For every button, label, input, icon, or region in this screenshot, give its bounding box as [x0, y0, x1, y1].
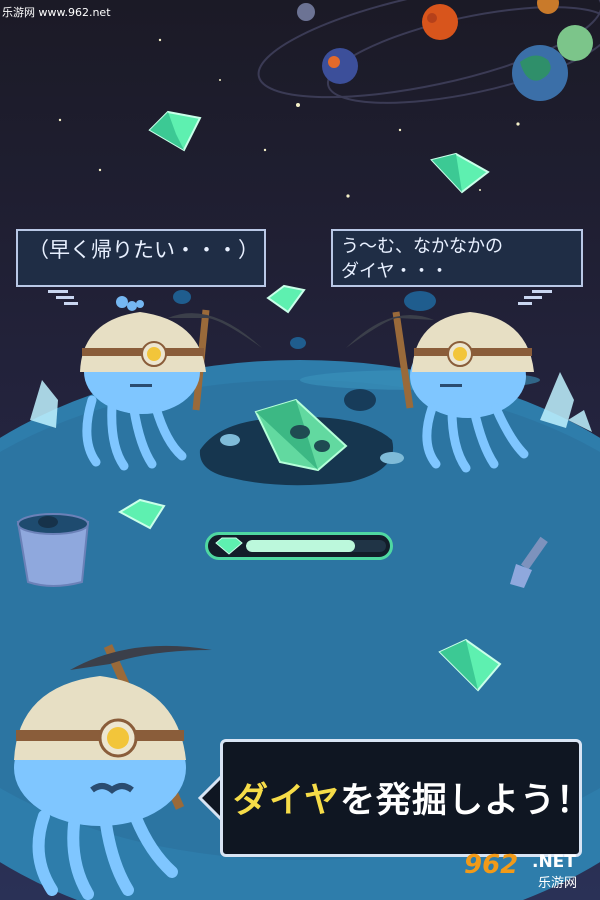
- site-logo: 962 .NET 乐游网: [460, 848, 592, 892]
- speech-right-line-2: ダイヤ・・・: [341, 261, 449, 282]
- dig-progress-bar: [205, 532, 393, 560]
- dig-progress-fill: [246, 540, 356, 552]
- caption-highlight: ダイヤ: [233, 781, 340, 821]
- jellyfish-miner-left: [80, 309, 262, 471]
- logo-name: 乐游网: [538, 876, 578, 891]
- caption-text: ダイヤを発掘しよう！: [233, 772, 592, 823]
- speech-left-text: （早く帰りたい・・・）: [28, 238, 259, 262]
- caption-rest: を発掘しよう！: [339, 781, 592, 821]
- jellyfish-miner-big: [14, 644, 212, 900]
- diamond-icon: [215, 537, 243, 555]
- speech-bubble-left: （早く帰りたい・・・）: [16, 229, 266, 287]
- caption-box: ダイヤを発掘しよう！: [220, 739, 591, 857]
- speech-right-line-1: う〜む、なかなかの: [341, 236, 503, 257]
- speech-bubble-right: う〜む、なかなかの ダイヤ・・・: [331, 229, 583, 287]
- game-scene: 乐游网 www.962.net （早く帰りたい・・・） う〜む、なかなかの ダイ…: [0, 0, 600, 900]
- jellyfish-miner-right: [346, 311, 534, 473]
- logo-number: 962: [464, 850, 519, 880]
- logo-domain: .NET: [532, 852, 576, 872]
